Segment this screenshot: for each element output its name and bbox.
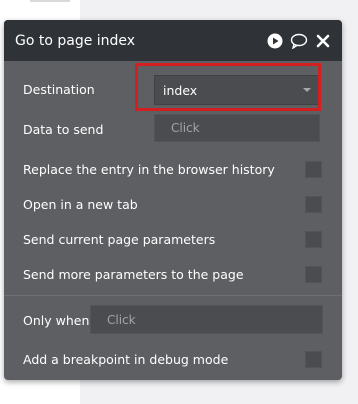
open-new-tab-label: Open in a new tab	[23, 196, 138, 212]
background-fragment	[30, 0, 70, 10]
chevron-down-icon	[303, 88, 311, 92]
dialog-title: Go to page index	[15, 32, 136, 49]
data-to-send-input[interactable]: Click	[154, 114, 320, 142]
destination-value: index	[163, 82, 198, 98]
send-more-params-row: Send more parameters to the page	[23, 263, 326, 285]
send-current-params-row: Send current page parameters	[23, 228, 326, 250]
send-more-params-checkbox[interactable]	[305, 266, 322, 283]
breakpoint-label: Add a breakpoint in debug mode	[23, 351, 229, 367]
section-divider	[4, 295, 342, 296]
play-icon[interactable]	[266, 32, 284, 50]
only-when-placeholder: Click	[107, 312, 136, 327]
open-new-tab-row: Open in a new tab	[23, 193, 326, 215]
replace-history-checkbox[interactable]	[305, 161, 322, 178]
breakpoint-row: Add a breakpoint in debug mode	[23, 348, 326, 370]
comment-icon[interactable]	[290, 32, 308, 50]
send-more-params-label: Send more parameters to the page	[23, 266, 244, 282]
dialog-header: Go to page index	[4, 20, 342, 61]
data-to-send-placeholder: Click	[171, 121, 200, 135]
only-when-input[interactable]: Click	[90, 305, 323, 334]
breakpoint-checkbox[interactable]	[305, 351, 322, 368]
header-icons	[266, 32, 332, 50]
replace-history-row: Replace the entry in the browser history	[23, 158, 326, 180]
open-new-tab-checkbox[interactable]	[305, 196, 322, 213]
action-dialog: Go to page index Destination index Data …	[4, 20, 342, 380]
close-icon[interactable]	[314, 32, 332, 50]
send-current-params-label: Send current page parameters	[23, 231, 216, 247]
destination-dropdown[interactable]: index	[154, 75, 320, 105]
replace-history-label: Replace the entry in the browser history	[23, 161, 275, 177]
send-current-params-checkbox[interactable]	[305, 231, 322, 248]
